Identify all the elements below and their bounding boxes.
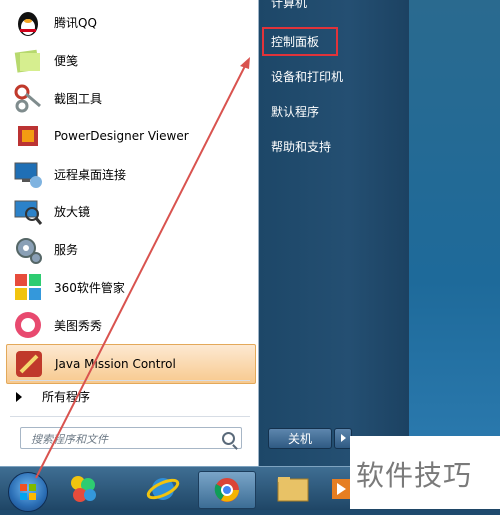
program-item-powerdesigner[interactable]: PowerDesigner Viewer <box>6 117 256 155</box>
program-label: 360软件管家 <box>54 280 125 295</box>
search-placeholder: 搜索程序和文件 <box>31 433 108 446</box>
powerdesigner-icon <box>12 120 44 152</box>
java-mission-control-icon <box>13 348 45 380</box>
program-item-sticky-notes[interactable]: 便笺 <box>6 42 256 80</box>
all-programs-button[interactable]: 所有程序 <box>16 388 90 405</box>
taskbar-app-chrome[interactable] <box>198 471 256 509</box>
taskbar-app-explorer[interactable] <box>268 471 318 507</box>
control-panel-highlight-box <box>262 27 338 56</box>
chrome-icon <box>214 478 239 502</box>
divider <box>10 380 250 381</box>
shutdown-button[interactable]: 关机 <box>268 428 332 449</box>
program-label: 服务 <box>54 243 79 258</box>
qq-penguin-icon <box>12 7 44 39</box>
menu-item-devices-printers[interactable]: 设备和打印机 <box>271 68 343 85</box>
menu-item-help-support[interactable]: 帮助和支持 <box>271 138 331 155</box>
remote-desktop-icon <box>12 158 44 190</box>
taskbar-app-pinwheel[interactable] <box>58 471 108 507</box>
windows-logo-icon <box>20 484 36 500</box>
meitu-xiuxiu-icon <box>12 309 44 341</box>
start-menu-places-pane: 计算机 控制面板 设备和打印机 默认程序 帮助和支持 <box>259 0 409 466</box>
sticky-notes-icon <box>12 45 44 77</box>
program-item-meitu[interactable]: 美图秀秀 <box>6 306 256 344</box>
program-item-remote-desktop[interactable]: 远程桌面连接 <box>6 155 256 193</box>
taskbar-app-ie[interactable] <box>138 471 188 507</box>
search-input[interactable]: 搜索程序和文件 <box>20 427 242 449</box>
program-item-magnifier[interactable]: 放大镜 <box>6 193 256 231</box>
program-item-services[interactable]: 服务 <box>6 231 256 269</box>
taskbar-app-media[interactable] <box>330 471 350 507</box>
magnifier-icon <box>12 196 44 228</box>
desktop-background <box>409 0 500 466</box>
snipping-tool-icon <box>12 82 44 114</box>
chevron-right-icon <box>16 391 22 402</box>
program-item-360-software[interactable]: 360软件管家 <box>6 269 256 307</box>
pinwheel-app-icon <box>71 476 96 502</box>
start-button[interactable] <box>8 472 48 512</box>
program-label: 便笺 <box>54 54 79 69</box>
software-manager-360-icon <box>12 271 44 303</box>
folder-icon <box>277 477 309 502</box>
program-label: 截图工具 <box>54 91 103 106</box>
pinned-program-list: 腾讯QQ 便笺 截图工具 PowerDesigner Viewer 远程桌面连接 <box>6 4 256 384</box>
all-programs-label: 所有程序 <box>42 390 91 404</box>
program-item-java-mission-control[interactable]: Java Mission Control <box>6 344 256 384</box>
program-label: 腾讯QQ <box>54 16 97 31</box>
program-item-snipping-tool[interactable]: 截图工具 <box>6 80 256 118</box>
menu-item-default-programs[interactable]: 默认程序 <box>271 103 319 120</box>
divider <box>10 416 250 417</box>
program-item-qq[interactable]: 腾讯QQ <box>6 4 256 42</box>
watermark: 软件技巧 <box>350 436 500 509</box>
watermark-text: 软件技巧 <box>356 459 473 492</box>
internet-explorer-icon <box>146 478 180 500</box>
program-label: PowerDesigner Viewer <box>54 129 189 144</box>
program-label: 远程桌面连接 <box>54 167 127 182</box>
start-menu-programs-pane: 腾讯QQ 便笺 截图工具 PowerDesigner Viewer 远程桌面连接 <box>0 0 259 466</box>
menu-item-computer[interactable]: 计算机 <box>271 0 307 11</box>
media-player-icon <box>332 479 350 499</box>
search-icon[interactable] <box>222 432 235 445</box>
program-label: 放大镜 <box>54 205 91 220</box>
services-gear-icon <box>12 234 44 266</box>
program-label: 美图秀秀 <box>54 318 103 333</box>
program-label: Java Mission Control <box>55 357 176 372</box>
